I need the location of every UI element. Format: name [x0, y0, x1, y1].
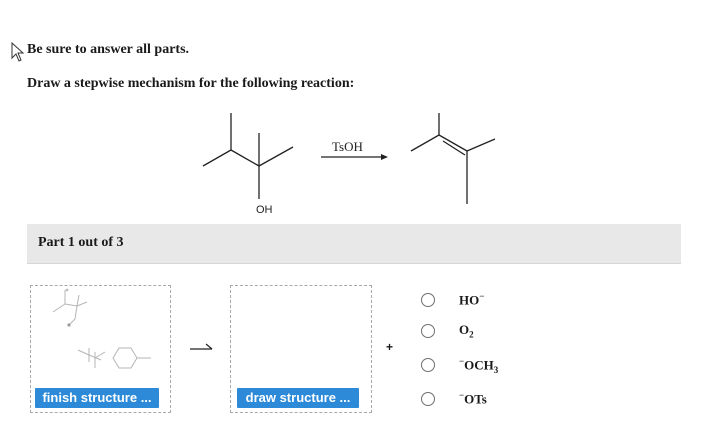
question-text: Draw a stepwise mechanism for the follow… — [27, 76, 355, 91]
product-structure — [410, 113, 496, 204]
option-label: −OCH3 — [459, 356, 499, 375]
radio-button[interactable] — [421, 324, 435, 338]
option-label: −OTs — [459, 390, 487, 407]
finish-structure-button[interactable]: finish structure ... — [35, 388, 159, 408]
hydroxyl-label: OH — [256, 204, 273, 216]
radio-button[interactable] — [421, 293, 435, 307]
reaction-scheme: OH TsOH — [202, 113, 496, 216]
draw-structure-box[interactable]: draw structure ... — [230, 285, 372, 413]
part-label: Part 1 out of 3 — [38, 235, 124, 250]
reagent-label: TsOH — [332, 139, 363, 154]
radio-button[interactable] — [421, 392, 435, 406]
cursor-icon — [11, 42, 25, 62]
structure-preview-icon — [52, 288, 151, 369]
instruction-text: Be sure to answer all parts. — [27, 42, 190, 57]
draw-structure-button[interactable]: draw structure ... — [237, 388, 359, 408]
part-header: Part 1 out of 3 — [27, 224, 681, 264]
reactant-structure — [202, 113, 294, 199]
option-label: O2 — [459, 322, 474, 340]
radio-button[interactable] — [421, 358, 435, 372]
plus-sign: + — [386, 340, 394, 354]
option-label: HO− — [459, 291, 485, 308]
reaction-arrow — [321, 154, 388, 160]
mechanism-arrow-icon — [190, 343, 213, 350]
starting-structure-box[interactable]: finish structure ... — [30, 285, 171, 413]
